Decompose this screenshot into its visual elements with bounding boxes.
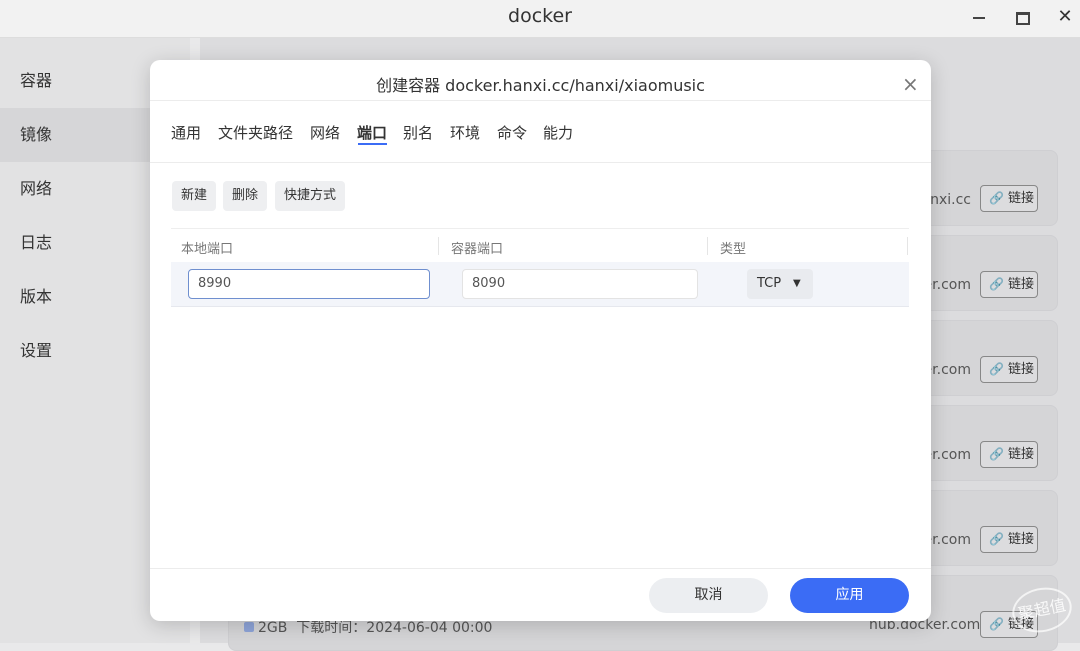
link-icon: 🔗 [989, 617, 1004, 631]
port-table-header: 本地端口 容器端口 类型 [171, 228, 909, 263]
create-container-dialog: 创建容器 docker.hanxi.cc/hanxi/xiaomusic × 通… [150, 60, 931, 621]
link-icon: 🔗 [989, 447, 1004, 461]
download-time: 下载时间：2024-06-04 00:00 [296, 620, 493, 636]
column-separator [707, 237, 708, 255]
shortcut-button[interactable]: 快捷方式 [275, 181, 346, 211]
column-type: 类型 [720, 242, 747, 257]
tab-command[interactable]: 命令 [497, 122, 527, 143]
column-local-port: 本地端口 [181, 242, 234, 257]
tab-capability[interactable]: 能力 [543, 122, 573, 143]
close-icon[interactable]: × [902, 72, 919, 96]
new-button[interactable]: 新建 [172, 181, 217, 211]
divider [150, 162, 931, 163]
table-row: 8990 * 8090 TCP ▼ [171, 262, 909, 307]
cancel-button[interactable]: 取消 [649, 578, 768, 613]
caret-down-icon: ▼ [793, 278, 801, 289]
minimize-button[interactable] [966, 4, 992, 30]
divider [150, 568, 931, 569]
close-window-button[interactable]: ✕ [1052, 4, 1078, 30]
link-icon: 🔗 [989, 191, 1004, 205]
tab-general[interactable]: 通用 [171, 122, 201, 143]
link-button[interactable]: 🔗 链接 [980, 526, 1038, 553]
tab-environment[interactable]: 环境 [450, 122, 480, 143]
size-icon [244, 622, 254, 632]
window-title: docker [508, 5, 572, 27]
type-select[interactable]: TCP ▼ [747, 269, 813, 299]
link-label: 链接 [1007, 277, 1034, 292]
apply-button[interactable]: 应用 [790, 578, 909, 613]
link-label: 链接 [1007, 447, 1034, 462]
column-separator [438, 237, 439, 255]
minimize-icon [973, 17, 985, 19]
link-icon: 🔗 [989, 277, 1004, 291]
maximize-icon [1016, 12, 1030, 25]
link-icon: 🔗 [989, 532, 1004, 546]
link-button[interactable]: 🔗 链接 [980, 271, 1038, 298]
link-icon: 🔗 [989, 362, 1004, 376]
tab-port[interactable]: 端口 [357, 122, 387, 143]
tab-folder-path[interactable]: 文件夹路径 [218, 122, 293, 143]
active-tab-indicator [358, 143, 387, 145]
title-bar: docker ✕ [0, 0, 1080, 38]
delete-button[interactable]: 删除 [223, 181, 268, 211]
link-label: 链接 [1007, 532, 1034, 547]
type-select-value: TCP [757, 276, 782, 291]
link-button[interactable]: 🔗 链接 [980, 441, 1038, 468]
container-port-input[interactable]: 8090 [462, 269, 698, 299]
dialog-title: 创建容器 docker.hanxi.cc/hanxi/xiaomusic [376, 76, 705, 95]
column-separator [907, 237, 908, 255]
local-port-input[interactable]: 8990 [188, 269, 430, 299]
column-container-port: 容器端口 [451, 242, 504, 257]
maximize-button[interactable] [1009, 4, 1035, 30]
tab-network[interactable]: 网络 [310, 122, 340, 143]
image-size: 2GB [258, 620, 288, 636]
tab-alias[interactable]: 别名 [403, 122, 433, 143]
link-button[interactable]: 🔗 链接 [980, 356, 1038, 383]
link-label: 链接 [1007, 362, 1034, 377]
link-button[interactable]: 🔗 链接 [980, 185, 1038, 212]
divider [150, 100, 931, 101]
link-label: 链接 [1007, 191, 1034, 206]
